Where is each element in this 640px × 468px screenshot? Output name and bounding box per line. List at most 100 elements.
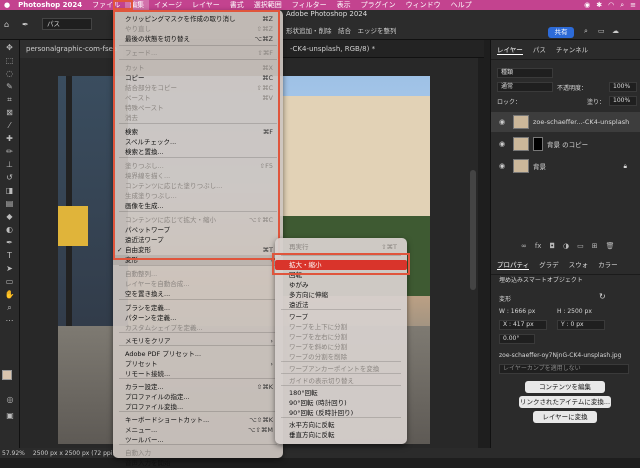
canvas-scrollbar[interactable]	[470, 170, 476, 290]
blend-mode-select[interactable]: 通常	[497, 82, 553, 92]
mask-icon[interactable]: ◘	[549, 242, 555, 250]
layer-row-copy[interactable]: ◉ 背景 のコピー	[491, 134, 640, 154]
menu-layer[interactable]: レイヤー	[187, 0, 225, 10]
frame-tool-icon[interactable]: ⊠	[3, 108, 17, 118]
edit-menu-item[interactable]: プロファイルの指定...	[113, 392, 283, 402]
brush-tool-icon[interactable]: ✏	[3, 147, 17, 157]
transform-menu-item[interactable]: 多方向に伸縮	[275, 290, 407, 300]
quick-select-icon[interactable]: ✎	[3, 82, 17, 92]
zoom-level[interactable]: 57.92%	[2, 450, 25, 457]
healing-brush-icon[interactable]: ✚	[3, 134, 17, 144]
menu-select[interactable]: 選択範囲	[249, 0, 287, 10]
edit-menu-item[interactable]: 空を置き換え...	[113, 289, 283, 299]
layer-row-background[interactable]: ◉ 背景 🔒︎	[491, 156, 640, 176]
tab-swatches[interactable]: スウォ	[569, 259, 589, 270]
transform-menu-item[interactable]: ワープ	[275, 312, 407, 322]
reset-icon[interactable]: ↻	[599, 292, 606, 301]
pen-tool-icon[interactable]: ✒	[22, 20, 29, 29]
width-field[interactable]: W : 1666 px	[499, 308, 535, 315]
screen-mode-icon[interactable]: ▣	[3, 411, 17, 421]
eraser-icon[interactable]: ◨	[3, 186, 17, 196]
menu-plugins[interactable]: プラグイン	[356, 0, 401, 10]
tab-color[interactable]: カラー	[598, 259, 618, 270]
doc-tab-1[interactable]: personalgraphic-com-fsea	[20, 40, 124, 58]
angle-field[interactable]: 0.00°	[499, 334, 535, 344]
height-field[interactable]: H : 2500 px	[557, 308, 592, 315]
menu-help[interactable]: ヘルプ	[446, 0, 477, 10]
transform-menu-item[interactable]: 90°回転 (時計回り)	[275, 398, 407, 408]
wifi-icon[interactable]: ◠	[608, 1, 614, 10]
home-icon[interactable]: ⌂	[4, 20, 9, 29]
menu-image[interactable]: イメージ	[149, 0, 187, 10]
crop-tool-icon[interactable]: ⌗	[3, 95, 17, 105]
tab-channels[interactable]: チャンネル	[556, 44, 588, 55]
menu-filter[interactable]: フィルター	[287, 0, 332, 10]
history-brush-icon[interactable]: ↺	[3, 173, 17, 183]
eyedropper-icon[interactable]: ⁄	[3, 121, 17, 131]
edit-menu-item[interactable]: パターンを定義...	[113, 313, 283, 323]
shape-tool-icon[interactable]: ▭	[3, 277, 17, 287]
type-tool-icon[interactable]: T	[3, 251, 17, 261]
move-tool-icon[interactable]: ✥	[3, 43, 17, 53]
path-ops[interactable]: 形状追加・削除 結合 エッジを整列	[286, 25, 397, 35]
bluetooth-icon[interactable]: ✱	[596, 1, 602, 10]
trash-icon[interactable]: 🗑︎	[606, 242, 615, 250]
convert-to-linked-button[interactable]: リンクされたアイテムに変換...	[519, 396, 611, 408]
path-select-icon[interactable]: ➤	[3, 264, 17, 274]
transform-menu-item[interactable]: 180°回転	[275, 388, 407, 398]
y-field[interactable]: Y : 0 px	[557, 320, 605, 330]
dodge-tool-icon[interactable]: ◐	[3, 225, 17, 235]
opacity-field[interactable]: 100%	[609, 82, 637, 92]
quick-mask-icon[interactable]: ◎	[3, 395, 17, 405]
cloud-icon[interactable]: ☁	[612, 27, 619, 35]
folder-icon[interactable]: ▭	[577, 242, 584, 250]
eye-icon[interactable]: ◉	[495, 118, 509, 126]
eye-icon[interactable]: ◉	[495, 140, 509, 148]
tab-layers[interactable]: レイヤー	[497, 44, 523, 55]
more-tools-icon[interactable]: ⋯	[3, 316, 17, 326]
edit-contents-button[interactable]: コンテンツを編集	[525, 381, 605, 393]
edit-menu-item[interactable]: プリセット ›	[113, 359, 283, 369]
pen-tool-icon[interactable]: ✒	[3, 238, 17, 248]
stamp-tool-icon[interactable]: ⊥	[3, 160, 17, 170]
fill-field[interactable]: 100%	[609, 96, 637, 106]
doc-tab-2[interactable]: -CK4-unsplash, RGB/8) *	[284, 40, 381, 58]
layer-filter-select[interactable]: 種類	[497, 68, 553, 78]
foreground-color-swatch[interactable]	[2, 370, 12, 380]
search-icon[interactable]: ⌕	[584, 27, 588, 36]
edit-menu-item[interactable]: カラー設定... ⇧⌘K	[113, 382, 283, 392]
menu-window[interactable]: ウィンドウ	[401, 0, 446, 10]
tool-mode-select[interactable]: パス	[42, 18, 92, 30]
tab-paths[interactable]: パス	[533, 44, 546, 55]
tab-gradients[interactable]: グラデ	[539, 259, 559, 270]
record-icon[interactable]: ◉	[584, 1, 590, 10]
layer-comp-select[interactable]: レイヤーカンプを適用しない	[499, 364, 629, 374]
eye-icon[interactable]: ◉	[495, 162, 509, 170]
fx-icon[interactable]: fx	[535, 242, 542, 250]
gradient-tool-icon[interactable]: ▤	[3, 199, 17, 209]
search-icon[interactable]: ⌕	[620, 1, 624, 10]
link-icon[interactable]: ∞	[521, 242, 527, 250]
edit-menu-item[interactable]: 音声入力を開始	[113, 458, 283, 468]
share-button[interactable]: 共有	[548, 27, 574, 38]
transform-menu-item[interactable]: 水平方向に反転	[275, 420, 407, 430]
marquee-tool-icon[interactable]: ⬚	[3, 56, 17, 66]
control-center-icon[interactable]: ≡	[630, 1, 636, 10]
menu-type[interactable]: 書式	[225, 0, 249, 10]
blur-tool-icon[interactable]: ◆	[3, 212, 17, 222]
edit-menu-item[interactable]: キーボードショートカット... ⌥⇧⌘K	[113, 415, 283, 425]
transform-menu-item[interactable]: ゆがみ	[275, 280, 407, 290]
menu-app[interactable]: Photoshop 2024	[13, 1, 87, 9]
menu-view[interactable]: 表示	[332, 0, 356, 10]
adjustment-icon[interactable]: ◑	[563, 242, 569, 250]
edit-menu-item[interactable]: ブラシを定義...	[113, 303, 283, 313]
edit-menu-item[interactable]: Adobe PDF プリセット...	[113, 349, 283, 359]
convert-to-layers-button[interactable]: レイヤーに変換	[533, 411, 597, 423]
layer-row-smart[interactable]: ◉ zoe-schaeffer...-CK4-unsplash	[491, 112, 640, 132]
zoom-tool-icon[interactable]: ⌕	[3, 303, 17, 313]
workspace-icon[interactable]: ▭	[598, 27, 605, 35]
new-layer-icon[interactable]: ⊞	[592, 242, 598, 250]
transform-menu-item[interactable]: 垂直方向に反転	[275, 430, 407, 440]
tab-properties[interactable]: プロパティ	[497, 259, 530, 270]
hand-tool-icon[interactable]: ✋	[3, 290, 17, 300]
